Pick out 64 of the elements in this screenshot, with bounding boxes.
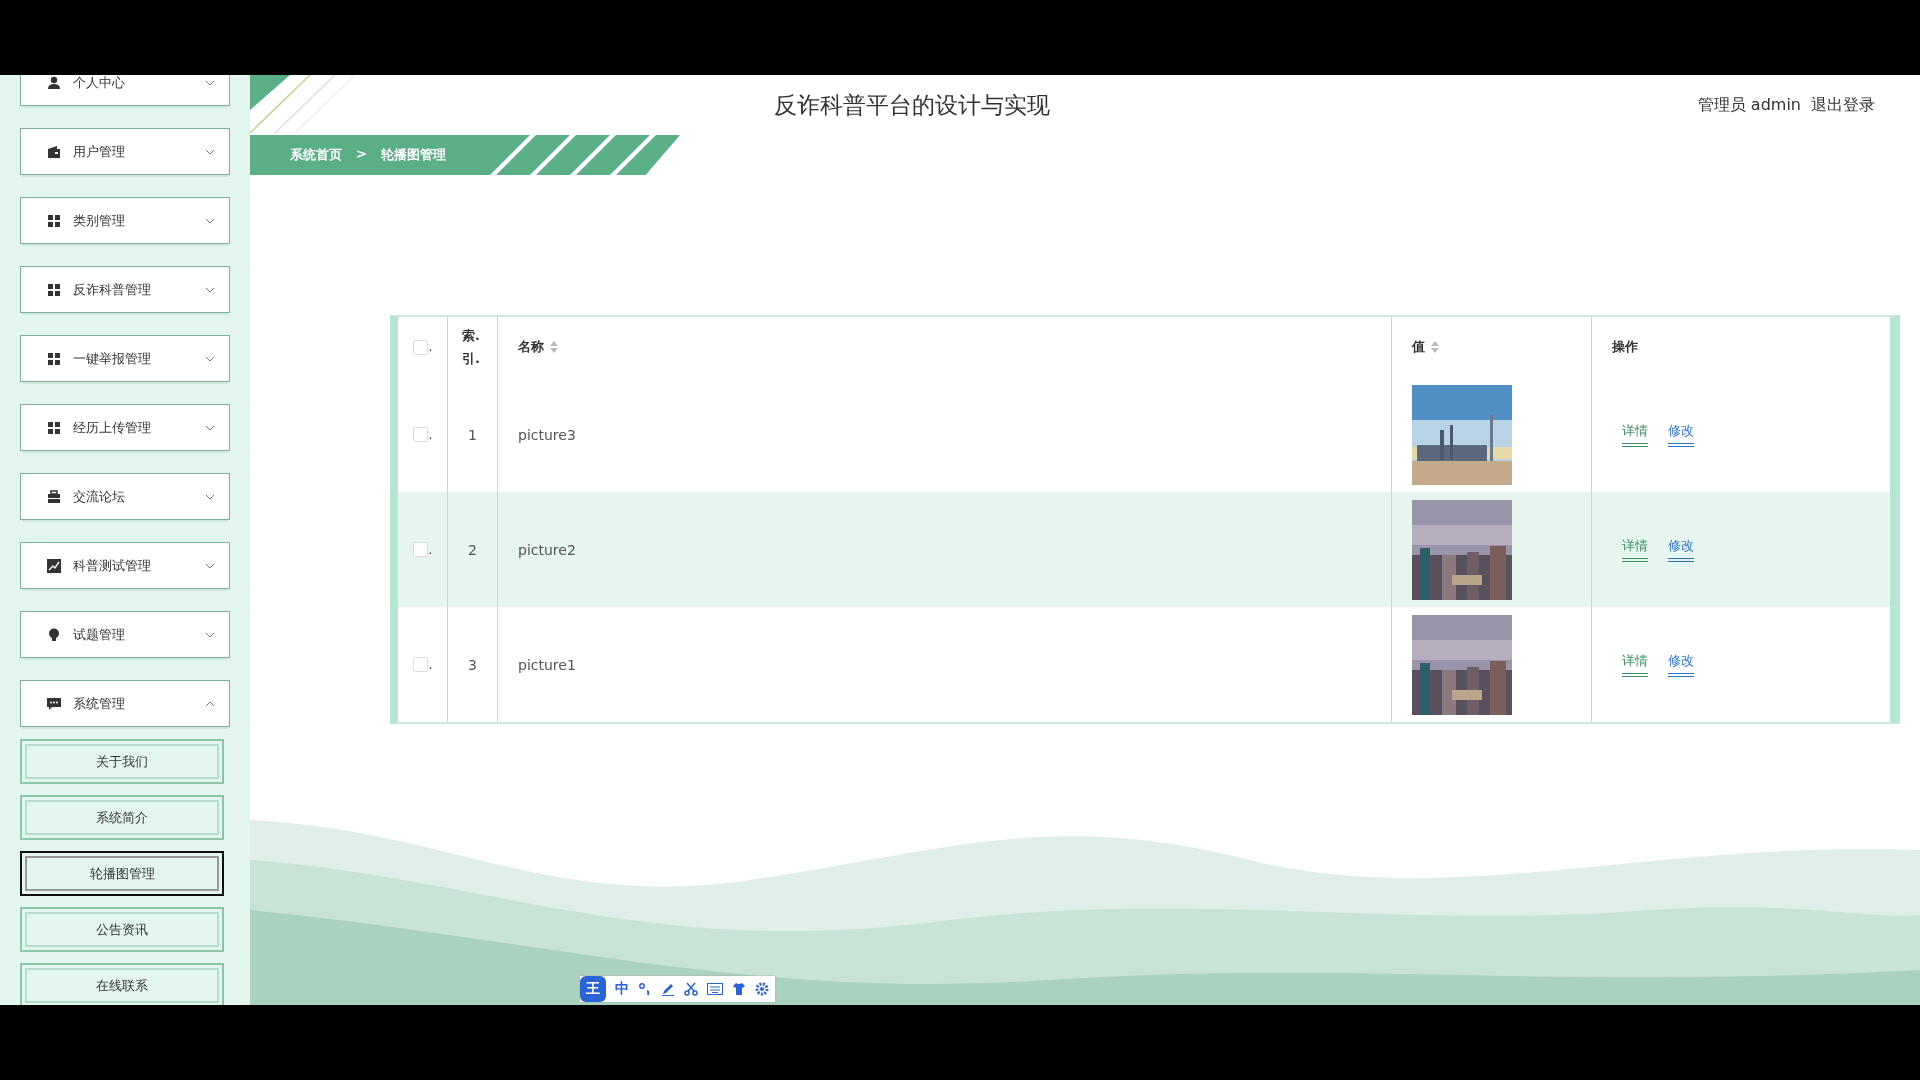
briefcase-icon: [47, 489, 61, 504]
column-header: 索. 引.: [462, 326, 482, 368]
punctuation-icon[interactable]: [638, 982, 652, 996]
submenu-item[interactable]: 在线联系: [20, 963, 224, 1005]
page-title: 反诈科普平台的设计与实现: [774, 90, 1050, 120]
menu-item[interactable]: 个人中心: [20, 75, 230, 106]
user-label: 管理员 admin: [1697, 94, 1801, 116]
menu-item[interactable]: 一键举报管理: [20, 335, 230, 382]
menu-item[interactable]: 类别管理: [20, 197, 230, 244]
details-link[interactable]: 详情: [1622, 652, 1648, 677]
breadcrumb-item: 轮播图管理: [380, 146, 446, 164]
submenu-item[interactable]: 公告资讯: [20, 907, 224, 952]
table-cell: picture2: [518, 541, 576, 558]
user-icon: [47, 75, 61, 90]
keyboard-icon[interactable]: [707, 983, 723, 995]
settings-icon[interactable]: [755, 982, 769, 996]
column-header: 操作: [1612, 338, 1638, 356]
checkbox-mark: .: [428, 340, 433, 354]
logout-link[interactable]: 退出登录: [1811, 94, 1875, 116]
scissors-icon[interactable]: [684, 982, 698, 996]
column-header[interactable]: 名称: [518, 338, 558, 356]
ime-logo[interactable]: 王: [580, 976, 606, 1002]
grid-icon: [47, 213, 61, 228]
column-header[interactable]: 值: [1412, 338, 1439, 356]
shirt-icon[interactable]: [732, 982, 746, 996]
lightbulb-icon: [47, 627, 61, 642]
checkbox-mark: .: [428, 657, 433, 672]
ime-mode-toggle[interactable]: 中: [615, 980, 629, 998]
pen-icon[interactable]: [661, 982, 675, 996]
wallet-icon: [47, 144, 61, 159]
menu-item[interactable]: 用户管理: [20, 128, 230, 175]
table-cell: 2: [468, 541, 477, 558]
submenu-item[interactable]: 系统简介: [20, 795, 224, 840]
menu-item[interactable]: 反诈科普管理: [20, 266, 230, 313]
select-all-checkbox[interactable]: [412, 339, 428, 355]
chat-icon: [47, 696, 61, 711]
row-checkbox[interactable]: [412, 657, 428, 672]
breadcrumb-separator: >: [356, 146, 367, 163]
menu-item[interactable]: 科普测试管理: [20, 542, 230, 589]
checkbox-mark: .: [428, 542, 433, 557]
details-link[interactable]: 详情: [1622, 422, 1648, 447]
menu-item[interactable]: 经历上传管理: [20, 404, 230, 451]
menu-item[interactable]: 交流论坛: [20, 473, 230, 520]
chart-icon: [47, 558, 61, 573]
sort-icon: [1431, 341, 1439, 353]
table-cell: 1: [468, 426, 477, 443]
row-checkbox[interactable]: [412, 427, 428, 442]
submenu-item[interactable]: 轮播图管理: [20, 851, 224, 896]
table-cell: 3: [468, 656, 477, 673]
checkbox-mark: .: [428, 427, 433, 442]
menu-item[interactable]: 试题管理: [20, 611, 230, 658]
edit-link[interactable]: 修改: [1668, 537, 1694, 562]
grid-icon: [47, 420, 61, 435]
menu-item[interactable]: 系统管理: [20, 680, 230, 727]
row-checkbox[interactable]: [412, 542, 428, 557]
submenu-item[interactable]: 关于我们: [20, 739, 224, 784]
grid-icon: [47, 351, 61, 366]
edit-link[interactable]: 修改: [1668, 652, 1694, 677]
details-link[interactable]: 详情: [1622, 537, 1648, 562]
sort-icon: [550, 341, 558, 353]
table-cell: picture1: [518, 656, 576, 673]
table-cell: picture3: [518, 426, 576, 443]
edit-link[interactable]: 修改: [1668, 422, 1694, 447]
grid-icon: [47, 282, 61, 297]
